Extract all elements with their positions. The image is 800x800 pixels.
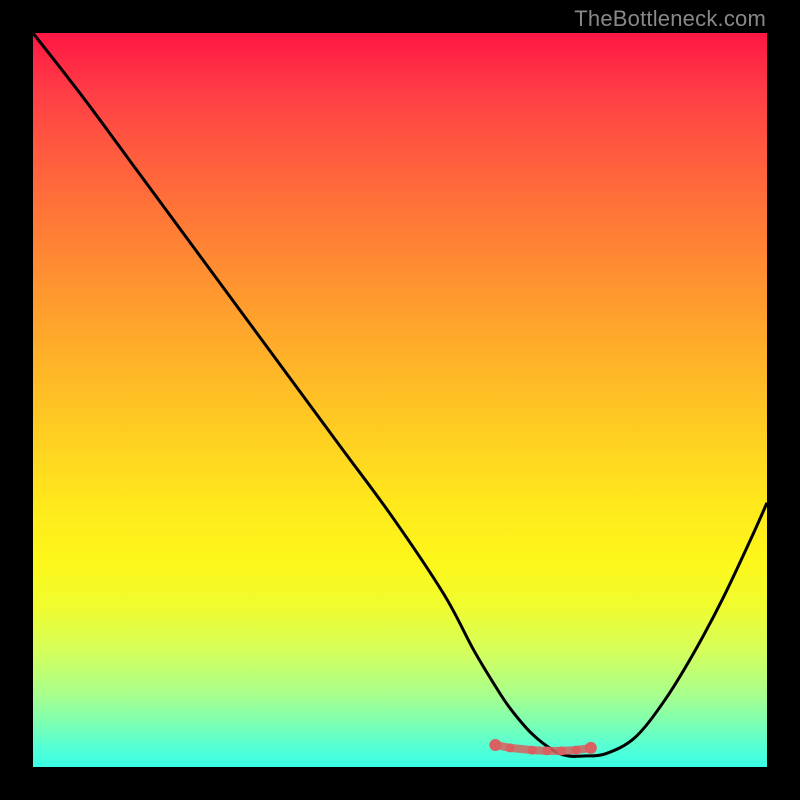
watermark-label: TheBottleneck.com [574,6,766,32]
optimal-range-marker [506,743,515,752]
optimal-range-marker [489,739,501,751]
optimal-range-marker [585,742,597,754]
optimal-range-marker [528,746,537,755]
optimal-range-marker [572,746,581,755]
optimal-range-marker [542,746,551,755]
curve-layer [33,33,767,767]
bottleneck-curve [33,33,767,756]
bottleneck-chart: TheBottleneck.com [0,0,800,800]
plot-area [33,33,767,767]
optimal-range-marker [557,746,566,755]
